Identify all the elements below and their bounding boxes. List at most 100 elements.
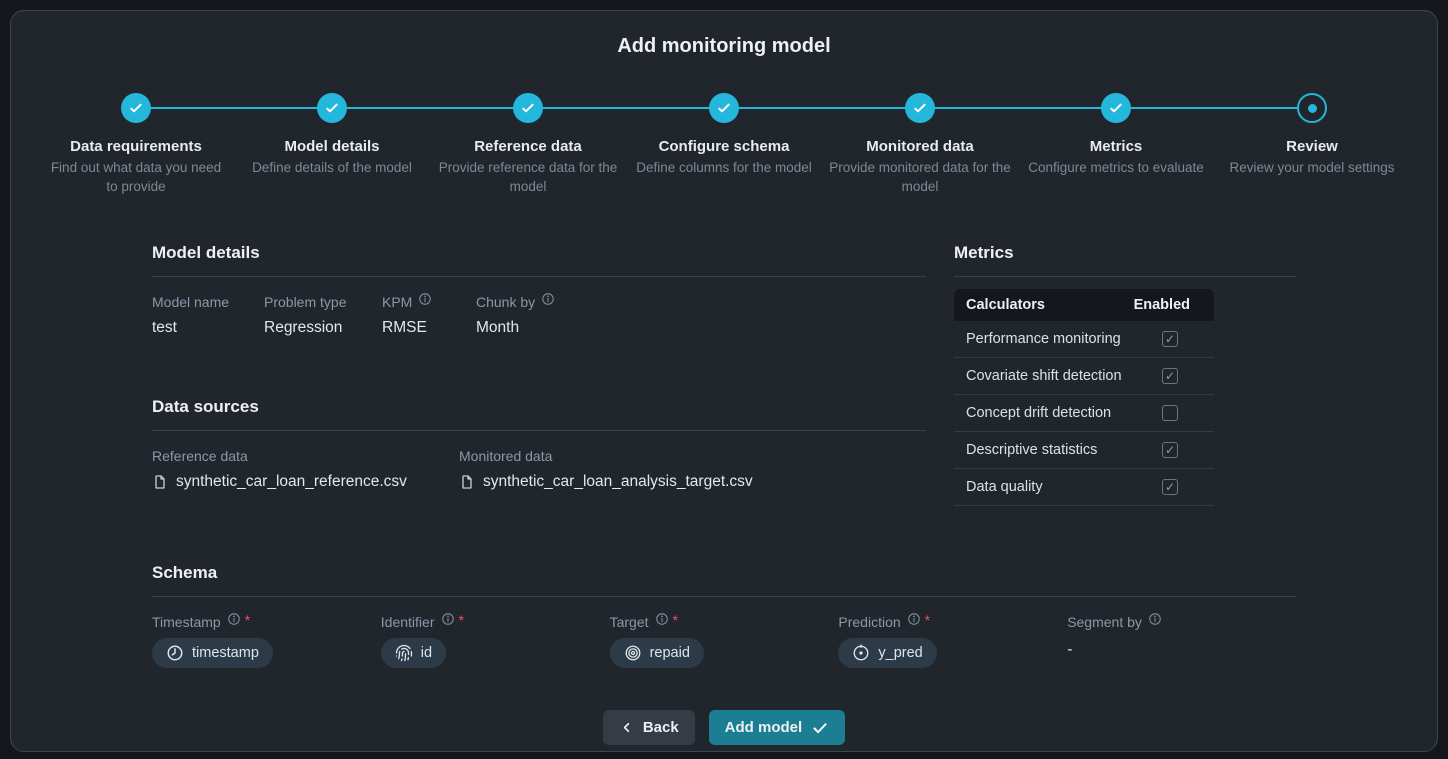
info-icon[interactable] [441, 612, 455, 626]
chip-label: timestamp [192, 645, 259, 661]
check-icon [520, 100, 536, 116]
field-label: Prediction [838, 613, 900, 631]
info-icon[interactable] [541, 292, 555, 306]
step-description: Define details of the model [252, 158, 412, 177]
model-details-section: Model details Model name test Problem ty… [152, 242, 926, 338]
timestamp-chip: timestamp [152, 638, 273, 668]
step-description: Configure metrics to evaluate [1028, 158, 1204, 177]
chunk-by-value: Month [476, 317, 555, 338]
step-status-icon [1297, 93, 1327, 123]
step-status-icon [121, 93, 151, 123]
chunk-by-field: Chunk by Month [476, 293, 555, 338]
fingerprint-icon [395, 644, 413, 662]
step-configure-schema[interactable]: Configure schema Define columns for the … [626, 93, 822, 196]
check-icon [811, 719, 829, 737]
table-row: Covariate shift detection [954, 358, 1214, 395]
info-icon[interactable] [418, 292, 432, 306]
file-icon [459, 474, 475, 490]
identifier-chip: id [381, 638, 446, 668]
back-button-label: Back [643, 719, 679, 736]
info-icon[interactable] [227, 612, 241, 626]
step-review[interactable]: Review Review your model settings [1214, 93, 1410, 196]
add-monitoring-model-dialog: Add monitoring model Data requirements F… [10, 10, 1438, 752]
monitored-file-name: synthetic_car_loan_analysis_target.csv [483, 471, 753, 492]
timestamp-field: Timestamp * timestamp [152, 613, 381, 668]
step-status-icon [709, 93, 739, 123]
model-name-field: Model name test [152, 293, 264, 338]
table-row: Data quality [954, 469, 1214, 506]
field-label: KPM [382, 293, 412, 311]
step-description: Provide reference data for the model [437, 158, 619, 196]
info-icon[interactable] [655, 612, 669, 626]
chip-label: id [421, 645, 432, 661]
schema-heading: Schema [152, 562, 1296, 597]
step-label: Model details [284, 136, 379, 157]
calculator-label: Data quality [966, 479, 1043, 495]
table-row: Performance monitoring [954, 321, 1214, 358]
check-icon [128, 100, 144, 116]
problem-type-field: Problem type Regression [264, 293, 382, 338]
metrics-heading: Metrics [954, 242, 1296, 277]
performance-monitoring-checkbox[interactable] [1162, 331, 1178, 347]
metrics-table-header: Calculators Enabled [954, 289, 1214, 321]
table-row: Descriptive statistics [954, 432, 1214, 469]
model-details-heading: Model details [152, 242, 926, 277]
check-icon [1108, 100, 1124, 116]
prediction-icon [852, 644, 870, 662]
concept-drift-detection-checkbox[interactable] [1162, 405, 1178, 421]
kpm-field: KPM RMSE [382, 293, 476, 338]
calculator-label: Performance monitoring [966, 331, 1121, 347]
covariate-shift-detection-checkbox[interactable] [1162, 368, 1178, 384]
table-row: Concept drift detection [954, 395, 1214, 432]
target-field: Target * repaid [610, 613, 839, 668]
field-label: Identifier [381, 613, 435, 631]
data-quality-checkbox[interactable] [1162, 479, 1178, 495]
reference-file-name: synthetic_car_loan_reference.csv [176, 471, 407, 492]
step-metrics[interactable]: Metrics Configure metrics to evaluate [1018, 93, 1214, 196]
calculator-label: Concept drift detection [966, 405, 1111, 421]
step-label: Monitored data [866, 136, 974, 157]
chevron-left-icon [619, 720, 634, 735]
step-model-details[interactable]: Model details Define details of the mode… [234, 93, 430, 196]
metrics-section: Metrics Calculators Enabled Performance … [954, 242, 1296, 506]
step-label: Metrics [1090, 136, 1143, 157]
step-description: Define columns for the model [636, 158, 812, 177]
model-name-value: test [152, 317, 264, 338]
step-description: Find out what data you need to provide [45, 158, 227, 196]
step-description: Review your model settings [1229, 158, 1394, 177]
monitored-data-field: Monitored data synthetic_car_loan_analys… [459, 447, 753, 492]
required-asterisk: * [673, 611, 678, 629]
check-icon [324, 100, 340, 116]
step-data-requirements[interactable]: Data requirements Find out what data you… [38, 93, 234, 196]
back-button[interactable]: Back [603, 710, 695, 745]
add-model-button-label: Add model [725, 719, 803, 736]
chip-label: repaid [650, 645, 690, 661]
field-label: Timestamp [152, 613, 221, 631]
field-label: Reference data [152, 447, 248, 465]
field-label: Monitored data [459, 447, 552, 465]
add-model-button[interactable]: Add model [709, 710, 846, 745]
segment-by-value: - [1067, 641, 1296, 659]
check-icon [716, 100, 732, 116]
segment-by-field: Segment by - [1067, 613, 1296, 668]
descriptive-statistics-checkbox[interactable] [1162, 442, 1178, 458]
identifier-field: Identifier * id [381, 613, 610, 668]
metrics-table: Calculators Enabled Performance monitori… [954, 289, 1214, 506]
reference-data-field: Reference data synthetic_car_loan_refere… [152, 447, 459, 492]
calculators-column-header: Calculators [966, 297, 1045, 313]
clock-icon [166, 644, 184, 662]
step-label: Configure schema [659, 136, 790, 157]
data-sources-heading: Data sources [152, 396, 926, 431]
target-chip: repaid [610, 638, 704, 668]
step-status-icon [1101, 93, 1131, 123]
info-icon[interactable] [907, 612, 921, 626]
active-dot-icon [1308, 104, 1317, 113]
step-reference-data[interactable]: Reference data Provide reference data fo… [430, 93, 626, 196]
chip-label: y_pred [878, 645, 922, 661]
enabled-column-header: Enabled [1134, 297, 1202, 313]
calculator-label: Covariate shift detection [966, 368, 1122, 384]
step-monitored-data[interactable]: Monitored data Provide monitored data fo… [822, 93, 1018, 196]
kpm-value: RMSE [382, 317, 476, 338]
page-title: Add monitoring model [11, 11, 1437, 57]
info-icon[interactable] [1148, 612, 1162, 626]
